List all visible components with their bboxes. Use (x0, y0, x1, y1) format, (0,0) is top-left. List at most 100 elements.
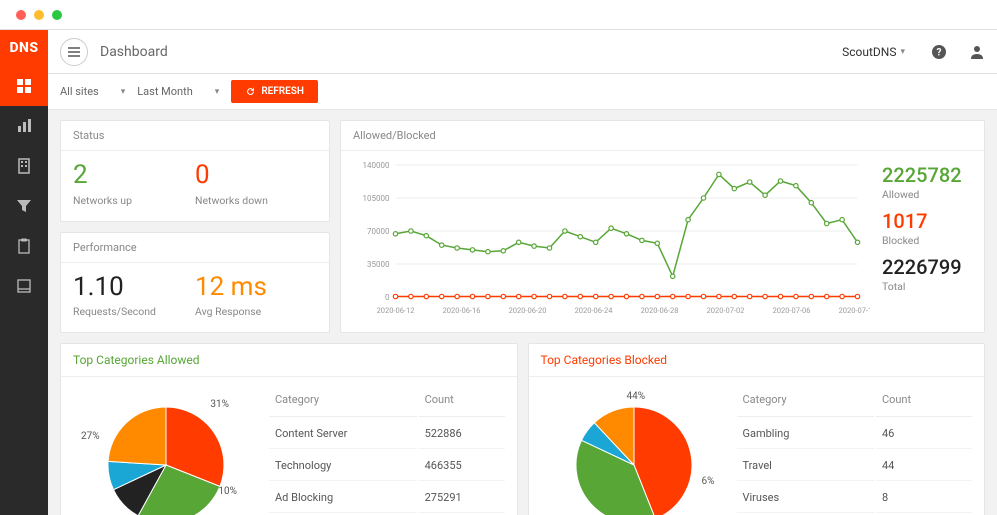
table-row: Technology466355 (269, 451, 505, 481)
sidebar-item-logs[interactable] (0, 266, 48, 306)
networks-down-label: Networks down (195, 194, 317, 207)
svg-text:2020-06-24: 2020-06-24 (575, 306, 614, 315)
svg-text:2020-06-12: 2020-06-12 (377, 306, 415, 315)
cell-category: Gambling (737, 419, 874, 449)
stat-total-value: 2226799 (882, 257, 976, 278)
svg-text:2020-07-06: 2020-07-06 (773, 306, 811, 315)
status-card-title: Status (61, 121, 329, 151)
table-row: Gambling46 (737, 419, 973, 449)
top-blocked-table: Category Count Gambling46Travel44Viruses… (735, 385, 975, 515)
performance-card: Performance 1.10 Requests/Second 12 ms A… (60, 232, 330, 334)
svg-text:2020-07-11: 2020-07-11 (839, 306, 870, 315)
grid-icon (16, 78, 32, 94)
sidebar-item-filters[interactable] (0, 186, 48, 226)
status-card: Status 2 Networks up 0 Networks down (60, 120, 330, 222)
table-row: Viruses8 (737, 483, 973, 513)
cell-category: Viruses (737, 483, 874, 513)
top-blocked-card: Top Categories Blocked 44% 6% Category C… (528, 343, 986, 515)
page-title: Dashboard (100, 44, 830, 60)
svg-text:0: 0 (385, 293, 390, 302)
refresh-label: REFRESH (261, 86, 304, 97)
pie-label-31: 31% (210, 399, 229, 410)
svg-text:70000: 70000 (367, 227, 390, 236)
cell-category: Technology (269, 451, 417, 481)
svg-text:105000: 105000 (363, 194, 390, 203)
top-allowed-table: Category Count Content Server522886Techn… (267, 385, 507, 515)
stat-total-label: Total (882, 280, 976, 293)
period-selector[interactable]: Last Month ▾ (137, 85, 219, 98)
bar-chart-icon (16, 118, 32, 134)
sidebar-item-dashboard[interactable] (0, 66, 48, 106)
book-icon (16, 278, 32, 294)
building-icon (16, 158, 32, 174)
top-allowed-pie: 31% 27% 10% (71, 385, 261, 515)
cell-category: Content Server (269, 419, 417, 449)
rps-label: Requests/Second (73, 305, 195, 318)
rps-value: 1.10 (73, 273, 195, 302)
col-category: Category (737, 387, 874, 417)
allowed-blocked-card: Allowed/Blocked 0 35000 70000 105000 140000 2… (340, 120, 985, 333)
chevron-down-icon: ▾ (215, 87, 220, 97)
cell-count: 522886 (419, 419, 505, 449)
sidebar-item-sites[interactable] (0, 146, 48, 186)
top-allowed-card: Top Categories Allowed 31% 27% 10% Categ… (60, 343, 518, 515)
browser-chrome (0, 0, 997, 30)
window-zoom-button[interactable] (52, 10, 62, 20)
cell-count: 466355 (419, 451, 505, 481)
networks-down-value: 0 (195, 161, 317, 190)
svg-text:140000: 140000 (363, 161, 390, 170)
col-count: Count (876, 387, 972, 417)
pie-label-6: 6% (702, 476, 715, 487)
table-row: Content Server522886 (269, 419, 505, 449)
svg-text:2020-06-16: 2020-06-16 (443, 306, 481, 315)
top-blocked-title: Top Categories Blocked (529, 344, 985, 377)
period-selector-value: Last Month (137, 85, 193, 98)
avg-response-label: Avg Response (195, 305, 317, 318)
hamburger-icon (68, 47, 80, 57)
col-count: Count (419, 387, 505, 417)
networks-up-value: 2 (73, 161, 195, 190)
allowed-blocked-chart: 0 35000 70000 105000 140000 2020-06-12 2020-06… (347, 159, 870, 317)
sidebar-item-analytics[interactable] (0, 106, 48, 146)
sidebar: DNS (0, 30, 48, 515)
funnel-icon (16, 198, 32, 214)
menu-toggle-button[interactable] (60, 38, 88, 66)
pie-label-10: 10% (218, 486, 237, 497)
refresh-button[interactable]: REFRESH (231, 80, 318, 103)
cell-category: Ad Blocking (269, 483, 417, 513)
performance-card-title: Performance (61, 233, 329, 263)
cell-count: 46 (876, 419, 972, 449)
top-allowed-title: Top Categories Allowed (61, 344, 517, 377)
avg-response-value: 12 ms (195, 273, 317, 302)
pie-label-44: 44% (627, 391, 646, 402)
window-minimize-button[interactable] (34, 10, 44, 20)
site-selector-value: All sites (60, 85, 99, 98)
header-bar: Dashboard ScoutDNS ▾ ? (48, 30, 997, 74)
allowed-blocked-title: Allowed/Blocked (341, 121, 984, 151)
stat-blocked-label: Blocked (882, 234, 976, 247)
user-icon[interactable] (969, 44, 985, 60)
refresh-icon (245, 86, 256, 97)
svg-text:35000: 35000 (367, 260, 390, 269)
filter-bar: All sites ▾ Last Month ▾ REFRESH (48, 74, 997, 110)
stat-blocked-value: 1017 (882, 211, 976, 232)
svg-text:2020-07-02: 2020-07-02 (707, 306, 745, 315)
logo: DNS (0, 30, 48, 66)
help-icon[interactable]: ? (931, 44, 947, 60)
stat-allowed-label: Allowed (882, 188, 976, 201)
account-menu[interactable]: ScoutDNS ▾ (842, 45, 905, 59)
table-row: Ad Blocking275291 (269, 483, 505, 513)
pie-label-27: 27% (81, 431, 100, 442)
sidebar-item-policies[interactable] (0, 226, 48, 266)
window-close-button[interactable] (16, 10, 26, 20)
networks-up-label: Networks up (73, 194, 195, 207)
table-row: Travel44 (737, 451, 973, 481)
col-category: Category (269, 387, 417, 417)
site-selector[interactable]: All sites ▾ (60, 85, 125, 98)
cell-count: 44 (876, 451, 972, 481)
cell-count: 275291 (419, 483, 505, 513)
cell-category: Travel (737, 451, 874, 481)
top-blocked-pie: 44% 6% (539, 385, 729, 515)
account-label: ScoutDNS (842, 45, 896, 59)
chevron-down-icon: ▾ (121, 87, 126, 97)
